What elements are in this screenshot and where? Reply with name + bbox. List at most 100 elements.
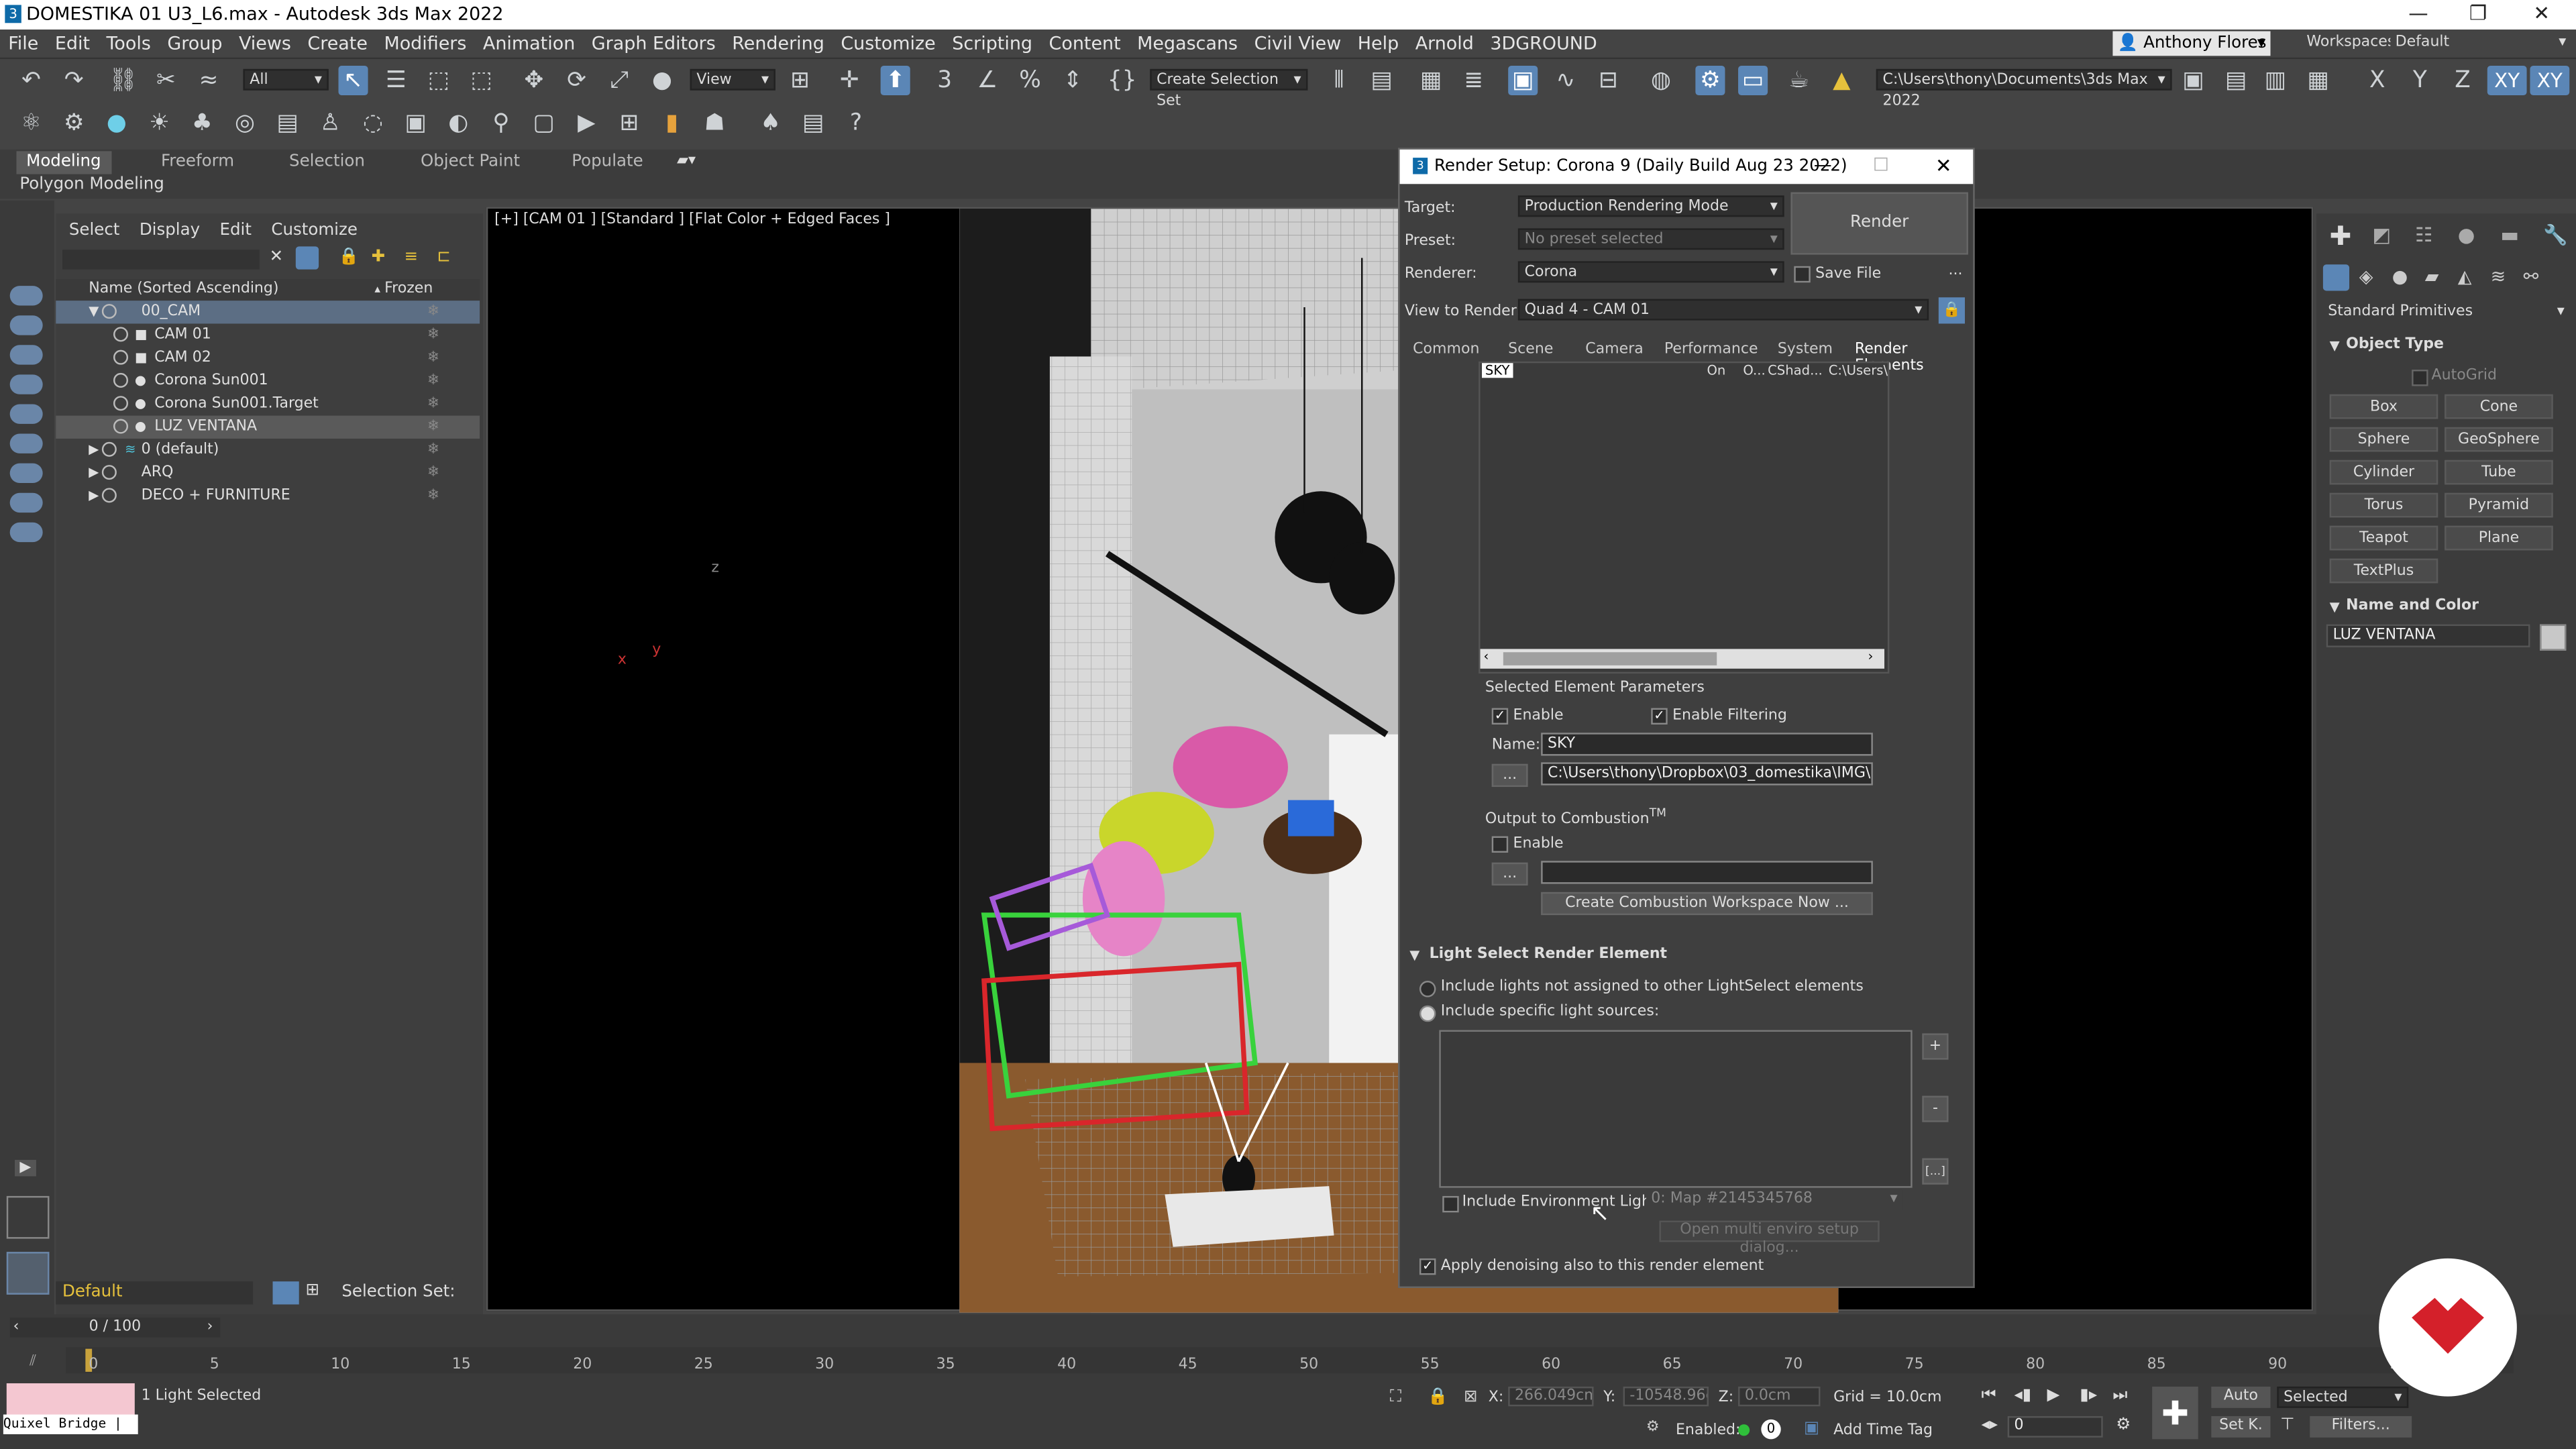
tab-common[interactable]: Common — [1413, 341, 1479, 358]
warning-icon[interactable]: ▲ — [1827, 66, 1856, 95]
select-by-name-icon[interactable]: ☰ — [381, 66, 411, 95]
combustion-enable-checkbox[interactable] — [1491, 836, 1509, 853]
adaptive-degradation-icon[interactable]: ⚙ — [1646, 1419, 1660, 1436]
expand-strip-icon[interactable]: ▶ — [15, 1159, 36, 1177]
unlink-icon[interactable]: ✂ — [151, 66, 180, 95]
freeze-icon[interactable]: ❄ — [427, 392, 439, 415]
ribbon-tab-object-paint[interactable]: Object Paint — [411, 151, 530, 174]
corona-fur-icon[interactable]: ☗ — [700, 109, 729, 138]
expand-arrow-icon[interactable]: ▶ — [89, 484, 99, 507]
light-select-title[interactable]: Light Select Render Element — [1430, 947, 1667, 963]
project-settings-icon[interactable]: ▥ — [2261, 66, 2290, 95]
render-button[interactable]: Render — [1790, 192, 1968, 255]
prev-frame-icon[interactable]: ‹ — [13, 1318, 19, 1337]
keyboard-shortcut-override-icon[interactable]: ⬆ — [880, 65, 910, 96]
snaps-toggle-icon[interactable]: 3 — [930, 66, 959, 95]
freeze-icon[interactable]: ❄ — [427, 347, 439, 370]
scene-tab-display[interactable]: Display — [140, 222, 200, 240]
render-setup-icon[interactable]: ⚙ — [1695, 65, 1725, 96]
preset-dropdown[interactable]: No preset selected — [1517, 228, 1784, 252]
freeze-icon[interactable]: ❄ — [427, 301, 439, 323]
clear-search-icon[interactable]: ✕ — [270, 248, 284, 266]
curve-editor-icon[interactable]: ∿ — [1551, 66, 1580, 95]
corona-decal-icon[interactable]: ◌ — [358, 109, 388, 138]
renderer-dropdown[interactable]: Corona — [1517, 261, 1784, 284]
prim-textplus-button[interactable]: TextPlus — [2329, 558, 2438, 584]
menu-views[interactable]: Views — [231, 30, 299, 58]
geometry-category-icon[interactable] — [2322, 264, 2350, 291]
target-dropdown[interactable]: Production Rendering Mode — [1517, 195, 1784, 219]
new-layer-icon[interactable]: ✚ — [371, 248, 385, 266]
light-sources-list[interactable] — [1439, 1030, 1913, 1188]
spacewarps-category-icon[interactable]: ≋ — [2491, 266, 2506, 288]
freeze-icon[interactable]: ❄ — [427, 439, 439, 462]
material-editor-icon[interactable]: ◍ — [1646, 66, 1676, 95]
selection-lock-icon[interactable]: 🔒 — [1428, 1388, 1448, 1406]
corona-converter-icon[interactable]: ⊞ — [614, 109, 644, 138]
freeze-icon[interactable]: ❄ — [427, 323, 439, 346]
object-name-input[interactable]: LUZ VENTANA — [2326, 624, 2530, 647]
display-bones-icon[interactable] — [9, 522, 43, 543]
percent-snap-icon[interactable]: % — [1015, 66, 1044, 95]
lock-view-icon[interactable]: 🔒 — [1938, 297, 1966, 324]
scene-row-cam-02[interactable]: ■ CAM 02 ❄ — [56, 347, 480, 370]
apply-denoise-checkbox[interactable]: ✓ — [1419, 1258, 1436, 1275]
z-coord-input[interactable]: 0.0cm — [1738, 1386, 1821, 1407]
time-config-icon[interactable]: 0 — [1761, 1419, 1781, 1440]
prim-geosphere-button[interactable]: GeoSphere — [2445, 427, 2553, 452]
ribbon-tab-populate[interactable]: Populate — [562, 151, 653, 174]
scene-row-luz-ventana[interactable]: ● LUZ VENTANA ❄ — [56, 415, 480, 439]
menu-modifiers[interactable]: Modifiers — [376, 30, 474, 58]
time-tag-icon[interactable]: ▣ — [1804, 1419, 1819, 1438]
scene-row-00-cam[interactable]: ▼ 00_CAM ❄ — [56, 301, 480, 324]
display-spacewarps-icon[interactable] — [9, 433, 43, 453]
cameras-category-icon[interactable]: ▰ — [2425, 266, 2439, 288]
include-env-light-checkbox[interactable] — [1442, 1195, 1459, 1213]
edit-named-selection-icon[interactable]: {} — [1108, 66, 1137, 95]
scale-icon[interactable]: ⤢ — [604, 66, 634, 95]
move-icon[interactable]: ✥ — [519, 66, 549, 95]
maximize-icon[interactable]: ☐ — [1873, 154, 1889, 176]
rectangular-selection-icon[interactable]: ⬚ — [424, 66, 453, 95]
axis-xy-cycle-button[interactable]: XY — [2530, 65, 2570, 96]
lock-icon[interactable]: 🔒 — [338, 248, 358, 266]
axis-z-button[interactable]: Z — [2448, 66, 2477, 95]
set-key-button[interactable]: Set K. — [2211, 1416, 2271, 1438]
spinner-snap-icon[interactable]: ⇕ — [1058, 66, 1087, 95]
freeze-icon[interactable]: ❄ — [427, 416, 439, 439]
scene-tab-edit[interactable]: Edit — [220, 222, 252, 240]
viewport-layout-single-icon[interactable] — [6, 1252, 50, 1295]
schematic-view-icon[interactable]: ⊟ — [1594, 66, 1623, 95]
absolute-mode-icon[interactable]: ⊠ — [1464, 1388, 1478, 1406]
menu-3dground[interactable]: 3DGROUND — [1482, 30, 1605, 58]
display-cameras-icon[interactable] — [9, 374, 43, 394]
menu-tools[interactable]: Tools — [98, 30, 159, 58]
key-mode-toggle-icon[interactable]: ⊤ — [2280, 1416, 2294, 1434]
corona-material-icon[interactable]: ◐ — [443, 109, 473, 138]
rollout-collapse-icon[interactable]: ▼ — [2330, 338, 2340, 353]
multi-enviro-button[interactable]: Open multi enviro setup dialog... — [1659, 1220, 1880, 1256]
include-specific-radio[interactable] — [1419, 1005, 1436, 1022]
scrollbar-thumb[interactable] — [1503, 652, 1717, 665]
pivot-center-icon[interactable]: ⊞ — [786, 66, 815, 95]
close-icon[interactable]: ✕ — [2533, 1, 2550, 24]
pick-lights-button[interactable]: [...] — [1922, 1158, 1949, 1185]
next-key-icon[interactable]: ▮▸ — [2080, 1387, 2097, 1405]
scene-row-corona-sun-target[interactable]: ● Corona Sun001.Target ❄ — [56, 392, 480, 415]
axis-x-button[interactable]: X — [2363, 66, 2392, 95]
remove-light-button[interactable]: - — [1922, 1095, 1949, 1122]
menu-graph-editors[interactable]: Graph Editors — [584, 30, 724, 58]
corona-interactive-icon[interactable]: ▶ — [572, 109, 601, 138]
menu-rendering[interactable]: Rendering — [724, 30, 833, 58]
freeze-icon[interactable]: ❄ — [427, 484, 439, 507]
list-item-sky[interactable]: SKY — [1481, 363, 1513, 378]
go-to-start-icon[interactable]: ⏮ — [1981, 1387, 1996, 1405]
prim-plane-button[interactable]: Plane — [2445, 525, 2553, 551]
view-to-render-dropdown[interactable]: Quad 4 - CAM 01 — [1517, 299, 1929, 322]
visibility-eye-icon[interactable] — [113, 372, 129, 388]
scroll-left-icon[interactable]: ‹ — [1483, 649, 1489, 663]
toggle-scene-explorer-icon[interactable]: ▦ — [1416, 66, 1446, 95]
list-horizontal-scrollbar[interactable]: ‹ › — [1480, 649, 1885, 669]
layer-explorer-icon[interactable]: ≣ — [1459, 66, 1489, 95]
add-light-button[interactable]: + — [1922, 1033, 1949, 1060]
